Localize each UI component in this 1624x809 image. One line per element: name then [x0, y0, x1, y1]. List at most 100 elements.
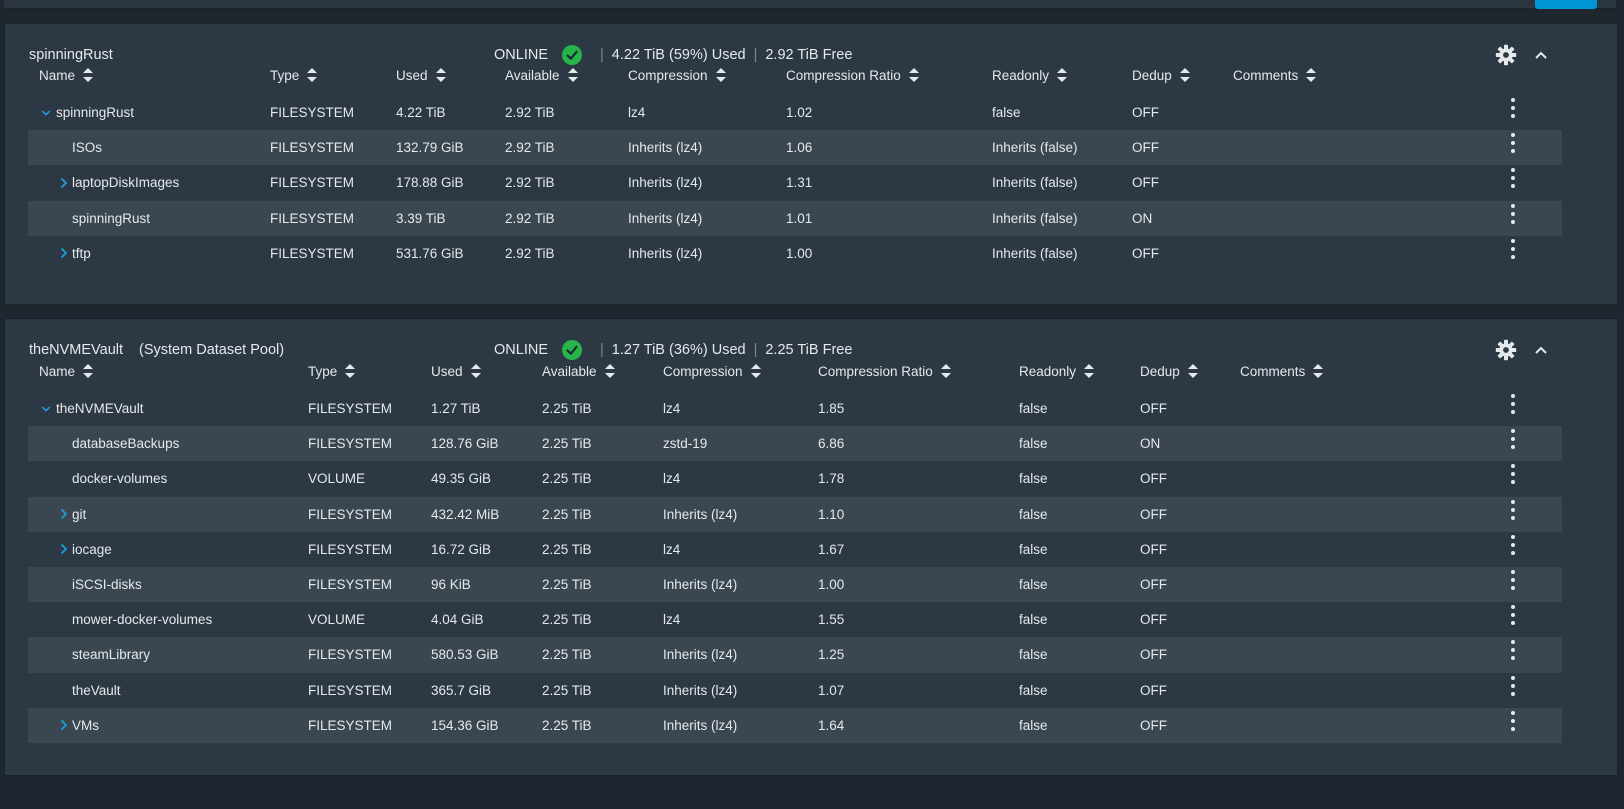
cell-dedup: ON [1132, 210, 1153, 226]
sort-icon[interactable] [345, 364, 356, 378]
more-vert-icon[interactable] [1508, 168, 1518, 189]
table-row[interactable]: iSCSI-disks FILESYSTEM 96 KiB 2.25 TiB Inher… [28, 566, 1562, 603]
table-row[interactable]: theNVMEVault FILESYSTEM 1.27 TiB 2.25 TiB lz… [28, 391, 1562, 426]
sort-icon[interactable] [1057, 68, 1068, 82]
sort-icon[interactable] [83, 68, 94, 82]
chevron-right-icon[interactable] [59, 708, 69, 743]
more-vert-icon[interactable] [1508, 675, 1518, 696]
column-header-type[interactable]: Type [270, 55, 318, 95]
sort-icon[interactable] [307, 68, 318, 82]
pool-card: theNVMEVault (System Dataset Pool) ONLINE |… [4, 318, 1618, 776]
sort-icon[interactable] [1084, 364, 1095, 378]
sort-icon[interactable] [940, 364, 951, 378]
table-row[interactable]: databaseBackups FILESYSTEM 128.76 GiB 2.25 … [28, 426, 1562, 462]
sort-icon[interactable] [567, 68, 578, 82]
table-row[interactable]: spinningRust FILESYSTEM 3.39 TiB 2.92 TiB In… [28, 200, 1562, 236]
more-vert-icon[interactable] [1508, 133, 1518, 154]
dot [1511, 429, 1515, 434]
more-vert-icon[interactable] [1508, 640, 1518, 661]
sort-icon[interactable] [715, 68, 726, 82]
column-header-name[interactable]: Name [39, 351, 94, 391]
table-row[interactable]: iocage FILESYSTEM 16.72 GiB 2.25 TiB lz4 1.67… [28, 532, 1562, 567]
column-header-comments[interactable]: Comments [1233, 55, 1317, 95]
sort-icon[interactable] [435, 68, 446, 82]
chevron-right-icon[interactable] [59, 165, 69, 200]
sort-icon[interactable] [470, 364, 481, 378]
table-row[interactable]: VMs FILESYSTEM 154.36 GiB 2.25 TiB Inherits … [28, 707, 1562, 743]
more-vert-icon[interactable] [1508, 605, 1518, 626]
cell-name: laptopDiskImages [72, 175, 180, 191]
sort-icon[interactable] [83, 364, 94, 378]
more-vert-icon[interactable] [1508, 499, 1518, 520]
column-header-used[interactable]: Used [396, 55, 446, 95]
cell-readonly: false [992, 105, 1021, 120]
sort-icon[interactable] [1313, 364, 1324, 378]
column-label: Name [39, 363, 76, 379]
sort-icon[interactable] [750, 364, 761, 378]
column-header-dedup[interactable]: Dedup [1132, 55, 1190, 95]
table-row[interactable]: docker-volumes VOLUME 49.35 GiB 2.25 TiB lz4… [28, 461, 1562, 496]
cell-used: 96 KiB [431, 576, 471, 592]
dot [1511, 437, 1515, 442]
accent-button-edge[interactable] [1535, 0, 1597, 9]
cell-available: 2.25 TiB [542, 647, 592, 663]
column-header-compression[interactable]: Compression [663, 351, 761, 391]
column-header-name[interactable]: Name [39, 55, 94, 95]
column-header-readonly[interactable]: Readonly [1019, 351, 1095, 391]
chevron-right-icon[interactable] [59, 532, 69, 567]
column-header-available[interactable]: Available [505, 55, 578, 95]
sort-icon[interactable] [1306, 68, 1317, 82]
sort-icon[interactable] [1179, 68, 1190, 82]
column-header-dedup[interactable]: Dedup [1140, 351, 1198, 391]
column-header-compression[interactable]: Compression [628, 55, 726, 95]
table-row[interactable]: theVault FILESYSTEM 365.7 GiB 2.25 TiB Inher… [28, 673, 1562, 708]
table-row[interactable]: mower-docker-volumes VOLUME 4.04 GiB 2.25 T… [28, 602, 1562, 637]
more-vert-icon[interactable] [1508, 569, 1518, 590]
cell-readonly: false [1019, 647, 1048, 663]
cell-ratio: 1.78 [818, 471, 845, 487]
column-header-used[interactable]: Used [431, 351, 481, 391]
dot [1511, 613, 1515, 618]
more-vert-icon[interactable] [1508, 464, 1518, 485]
column-header-readonly[interactable]: Readonly [992, 55, 1068, 95]
cell-type: FILESYSTEM [308, 717, 393, 733]
column-header-available[interactable]: Available [542, 351, 615, 391]
chevron-right-icon[interactable] [59, 497, 69, 532]
column-label: Dedup [1132, 67, 1172, 83]
dot [1511, 410, 1515, 414]
column-label: Used [396, 67, 428, 83]
cell-used: 531.76 GiB [396, 245, 464, 261]
cell-compression: Inherits (lz4) [628, 175, 703, 191]
table-row[interactable]: git FILESYSTEM 432.42 MiB 2.25 TiB Inherits … [28, 496, 1562, 532]
chevron-right-icon[interactable] [59, 236, 69, 271]
dot [1511, 480, 1515, 485]
table-row[interactable]: steamLibrary FILESYSTEM 580.53 GiB 2.25 TiB… [28, 637, 1562, 673]
column-header-ratio[interactable]: Compression Ratio [818, 351, 951, 391]
column-header-ratio[interactable]: Compression Ratio [786, 55, 919, 95]
table-row[interactable]: laptopDiskImages FILESYSTEM 178.88 GiB 2.92… [28, 165, 1562, 200]
more-vert-icon[interactable] [1508, 429, 1518, 450]
more-vert-icon[interactable] [1508, 238, 1518, 259]
dot [1511, 499, 1515, 504]
cell-type: FILESYSTEM [270, 105, 355, 120]
table-row[interactable]: ISOs FILESYSTEM 132.79 GiB 2.92 TiB Inherits… [28, 130, 1562, 166]
dot [1511, 507, 1515, 512]
column-header-type[interactable]: Type [308, 351, 356, 391]
more-vert-icon[interactable] [1508, 534, 1518, 555]
column-header-comments[interactable]: Comments [1240, 351, 1324, 391]
more-vert-icon[interactable] [1508, 203, 1518, 224]
column-label: Available [505, 67, 560, 83]
dot [1511, 219, 1515, 224]
table-row[interactable]: tftp FILESYSTEM 531.76 GiB 2.92 TiB Inherits… [28, 236, 1562, 271]
sort-icon[interactable] [604, 364, 615, 378]
chevron-down-icon[interactable] [41, 95, 51, 130]
cell-compression: Inherits (lz4) [663, 682, 738, 698]
cell-used: 1.27 TiB [431, 401, 481, 416]
more-vert-icon[interactable] [1508, 98, 1518, 118]
chevron-down-icon[interactable] [41, 391, 51, 426]
table-row[interactable]: spinningRust FILESYSTEM 4.22 TiB 2.92 TiB lz… [28, 95, 1562, 130]
sort-icon[interactable] [908, 68, 919, 82]
more-vert-icon[interactable] [1508, 710, 1518, 731]
more-vert-icon[interactable] [1508, 394, 1518, 414]
sort-icon[interactable] [1187, 364, 1198, 378]
